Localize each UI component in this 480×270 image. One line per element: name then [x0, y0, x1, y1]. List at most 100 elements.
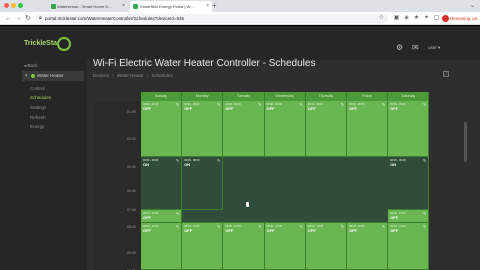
browser-tab-watersense[interactable]: Watersense - Smart Home S… ×	[48, 1, 128, 12]
time-label: 03:00	[127, 137, 136, 141]
block-state: OFF	[225, 106, 234, 111]
logo-text: TrickleStar	[24, 40, 60, 47]
schedule-block[interactable]: 09:00 - 10:00 OFF ✎	[388, 210, 430, 223]
schedule-block[interactable]: 00:00 - 06:00 OFF ✎	[223, 101, 265, 157]
block-state: ON	[184, 162, 191, 167]
forward-arrow-icon[interactable]: →	[15, 12, 22, 25]
address-bar[interactable]: 🔒︎ portal.tricklestar.com/WaterHeaterCon…	[36, 14, 388, 23]
new-tab-button[interactable]: +	[212, 0, 217, 12]
schedule-block[interactable]: 00:00 - 06:00 OFF ✎	[305, 101, 347, 157]
window-minimize-control[interactable]	[11, 3, 16, 8]
edit-icon[interactable]: ✎	[423, 224, 426, 229]
block-state: ON	[143, 162, 149, 167]
profile-avatar[interactable]	[442, 15, 449, 22]
schedule-block[interactable]: 09:00 - 10:00 OFF ✎	[141, 223, 183, 270]
edit-icon[interactable]: ✎	[217, 224, 220, 229]
schedule-block[interactable]: 08:00 - 10:00 OFF ✎	[182, 223, 224, 270]
user-menu[interactable]: user ▾	[428, 45, 440, 51]
back-link[interactable]: ◂ Back	[24, 63, 38, 69]
edit-icon[interactable]: ✎	[382, 224, 385, 229]
schedule-block[interactable]: 08:00 - 10:00 OFF ✎	[223, 223, 265, 270]
sidebar	[0, 60, 87, 270]
edit-icon[interactable]: ✎	[217, 158, 220, 163]
edit-icon[interactable]: ✎	[176, 211, 179, 216]
edit-icon[interactable]: ✎	[217, 102, 220, 107]
edit-icon[interactable]: ✎	[423, 211, 426, 216]
sidebar-item-schedules[interactable]: Schedules	[30, 95, 51, 100]
time-label: 01:00	[127, 110, 136, 114]
edit-icon[interactable]: ✎	[258, 102, 261, 107]
gear-icon[interactable]: ⚙	[396, 44, 403, 52]
block-state: OFF	[143, 228, 151, 233]
extension-icon[interactable]: ▣	[392, 14, 401, 23]
schedule-block[interactable]: 08:00 - 10:00 OFF ✎	[305, 223, 347, 270]
sidebar-item-refresh[interactable]: Refresh	[30, 115, 46, 120]
scrollbar-thumb[interactable]	[464, 122, 467, 162]
sidebar-item-settings[interactable]: Settings	[30, 105, 46, 110]
extension-icon[interactable]: ✦	[422, 14, 431, 23]
edit-icon[interactable]: ✎	[423, 102, 426, 107]
day-header-thursday: Thursday	[305, 92, 347, 101]
block-state: OFF	[390, 228, 399, 233]
block-state: OFF	[390, 106, 399, 111]
extension-icon[interactable]: ◈	[402, 14, 411, 23]
schedule-block[interactable]: 00:00 - 06:00 OFF ✎	[182, 101, 224, 157]
tab-label: Watersense - Smart Home S…	[57, 4, 112, 9]
edit-icon[interactable]: ✎	[299, 224, 302, 229]
schedule-block[interactable]: 10:00 - 12:00 OFF ✎	[388, 223, 430, 270]
breadcrumb-water-heater[interactable]: Water Heater	[117, 73, 144, 78]
edit-icon[interactable]: ✎	[258, 224, 261, 229]
block-state: OFF	[349, 228, 357, 233]
block-state: OFF	[184, 228, 193, 233]
sidebar-item-control[interactable]: Control	[30, 86, 45, 91]
edit-icon[interactable]: ✎	[299, 102, 302, 107]
block-state: OFF	[349, 106, 357, 111]
sidebar-device-header[interactable]: ▾ Water Heater	[22, 71, 84, 81]
block-state: OFF	[266, 228, 275, 233]
schedule-block[interactable]: 08:00 - 09:00 OFF ✎	[141, 210, 183, 223]
schedule-block[interactable]: 08:00 - 10:00 OFF ✎	[264, 223, 306, 270]
tab-search-icon[interactable]: ⌄	[470, 0, 475, 12]
edit-icon[interactable]: ✎	[176, 224, 179, 229]
schedule-block[interactable]: 06:00 - 08:00 ON ✎	[141, 157, 183, 210]
reload-icon[interactable]: ↻	[25, 12, 31, 25]
block-state: OFF	[184, 106, 193, 111]
schedule-block[interactable]: 06:00 - 08:00 ON ✎	[182, 157, 224, 210]
edit-icon[interactable]: ✎	[423, 158, 426, 163]
window-close-control[interactable]	[4, 3, 9, 8]
time-column: 01:0003:0005:0006:0007:0008:0009:0010:00	[95, 101, 141, 270]
sidebar-item-energy[interactable]: Energy	[30, 124, 44, 129]
schedule-block[interactable]: 00:00 - 06:00 OFF ✎	[141, 101, 183, 157]
edit-icon[interactable]: ✎	[176, 158, 179, 163]
breadcrumb-separator: ›	[146, 73, 149, 78]
block-state: OFF	[390, 215, 399, 220]
day-header-monday: Monday	[182, 92, 224, 101]
tab-favicon-icon	[133, 4, 138, 9]
schedule-block[interactable]: 00:00 - 06:00 OFF ✎	[347, 101, 389, 157]
tricklestar-logo[interactable]: TrickleStar	[20, 37, 72, 53]
back-arrow-icon[interactable]: ←	[5, 12, 12, 25]
browser-tab-tricklestar[interactable]: TrickleStar Energy Portal | W… ×	[130, 1, 212, 12]
schedule-block[interactable]: 08:00 - 10:00 OFF ✎	[347, 223, 389, 270]
edit-icon[interactable]: ✎	[341, 102, 344, 107]
time-label: 09:00	[127, 251, 136, 255]
tab-close-icon[interactable]: ×	[206, 1, 209, 12]
extension-icon[interactable]: ▢	[432, 14, 441, 23]
block-state: OFF	[307, 228, 316, 233]
schedule-block[interactable]: 00:00 - 06:00 OFF ✎	[388, 101, 430, 157]
tab-close-icon[interactable]: ×	[122, 1, 125, 12]
extension-icon[interactable]: ★	[412, 14, 421, 23]
schedule-block[interactable]: 00:00 - 06:00 OFF ✎	[264, 101, 306, 157]
breadcrumb-devices[interactable]: Devices	[93, 73, 109, 78]
expand-icon[interactable]: ⤢	[443, 71, 449, 77]
scrollbar[interactable]	[460, 60, 480, 270]
mail-icon[interactable]: ✉	[412, 44, 419, 52]
edit-icon[interactable]: ✎	[176, 102, 179, 107]
profile-label[interactable]: Resuming Lin	[450, 12, 478, 25]
edit-icon[interactable]: ✎	[341, 224, 344, 229]
block-state: OFF	[307, 106, 316, 111]
bookmark-star-icon[interactable]: ☆	[379, 14, 384, 23]
edit-icon[interactable]: ✎	[382, 102, 385, 107]
schedule-block[interactable]: 06:00 - 09:00 ON ✎	[388, 157, 430, 210]
window-maximize-control[interactable]	[18, 3, 23, 8]
